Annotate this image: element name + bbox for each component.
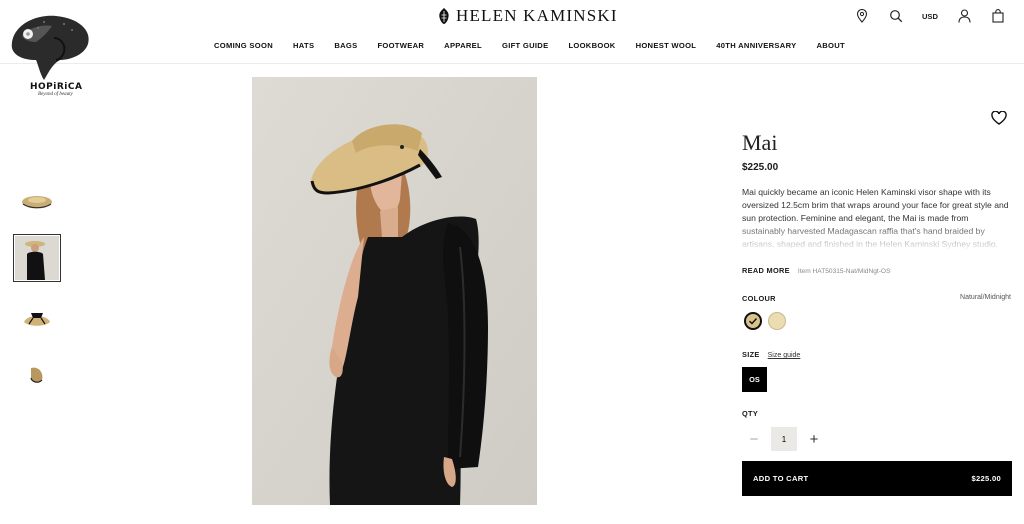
add-to-cart-label: ADD TO CART [753,474,809,483]
shopping-bag-icon[interactable] [990,8,1006,24]
model-image [15,236,59,280]
quantity-stepper: − + [742,427,826,451]
size-label: SIZE [742,350,760,359]
size-guide-link[interactable]: Size guide [768,352,801,359]
description-fade [742,222,1012,252]
brand-mark-icon [439,8,449,24]
qty-input[interactable] [771,427,797,451]
brand-logo[interactable]: HELEN KAMINSKI [438,6,618,26]
nav-apparel[interactable]: APPAREL [444,41,482,50]
product-price: $225.00 [742,162,779,173]
hat-lady-logo-icon [11,15,89,80]
nav-gift-guide[interactable]: GIFT GUIDE [502,41,548,50]
size-option-os[interactable]: OS [742,367,767,392]
overlay-brand-logo: HOPiRiCA Beyond of beauty [8,8,96,98]
read-more-row: READ MORE Item HAT50315-Nat/MidNgt-OS [742,266,890,275]
swatch-natural[interactable] [768,312,786,330]
nav-coming-soon[interactable]: COMING SOON [214,41,273,50]
thumbnail-visor-back[interactable] [13,295,61,343]
swatch-natural-midnight[interactable] [744,312,762,330]
visor-image [22,196,52,209]
qty-increase-button[interactable]: + [802,427,826,451]
currency-selector[interactable]: USD [922,12,938,21]
check-icon [749,318,758,325]
colour-value: Natural/Midnight [960,294,1011,301]
account-icon[interactable] [956,8,972,24]
header-actions: USD [854,8,1006,24]
nav-footwear[interactable]: FOOTWEAR [377,41,424,50]
nav-bags[interactable]: BAGS [334,41,357,50]
visor-back-image [24,313,50,326]
add-to-cart-price: $225.00 [971,474,1001,483]
nav-lookbook[interactable]: LOOKBOOK [568,41,615,50]
main-nav: COMING SOON HATS BAGS FOOTWEAR APPAREL G… [214,41,845,50]
product-main-image [252,77,537,505]
size-row: SIZE Size guide [742,350,800,359]
model-in-visor-photo [252,77,537,505]
add-to-cart-button[interactable]: ADD TO CART $225.00 [742,461,1012,496]
nav-hats[interactable]: HATS [293,41,314,50]
thumbnail-model[interactable] [13,234,61,282]
colour-label: COLOUR [742,294,776,303]
nav-honest-wool[interactable]: HONEST WOOL [636,41,697,50]
brand-name: HELEN KAMINSKI [456,6,618,25]
overlay-logo-tagline: Beyond of beauty [38,92,73,97]
qty-decrease-button[interactable]: − [742,427,766,451]
nav-40th-anniversary[interactable]: 40TH ANNIVERSARY [716,41,796,50]
product-title: Mai [742,130,778,155]
overlay-logo-name: HOPiRiCA [30,82,83,92]
search-icon[interactable] [888,8,904,24]
read-more-link[interactable]: READ MORE [742,266,790,275]
visor-side-image [30,367,43,383]
site-header: HELEN KAMINSKI COMING SOON HATS BAGS FOO… [0,0,1024,64]
nav-about[interactable]: ABOUT [816,41,845,50]
thumbnail-visor-front[interactable] [13,177,61,225]
item-code: Item HAT50315-Nat/MidNgt-OS [797,268,891,275]
wishlist-heart-icon[interactable] [991,111,1007,125]
location-pin-icon[interactable] [854,8,870,24]
qty-label: QTY [742,409,759,418]
thumbnail-visor-side[interactable] [13,351,61,399]
